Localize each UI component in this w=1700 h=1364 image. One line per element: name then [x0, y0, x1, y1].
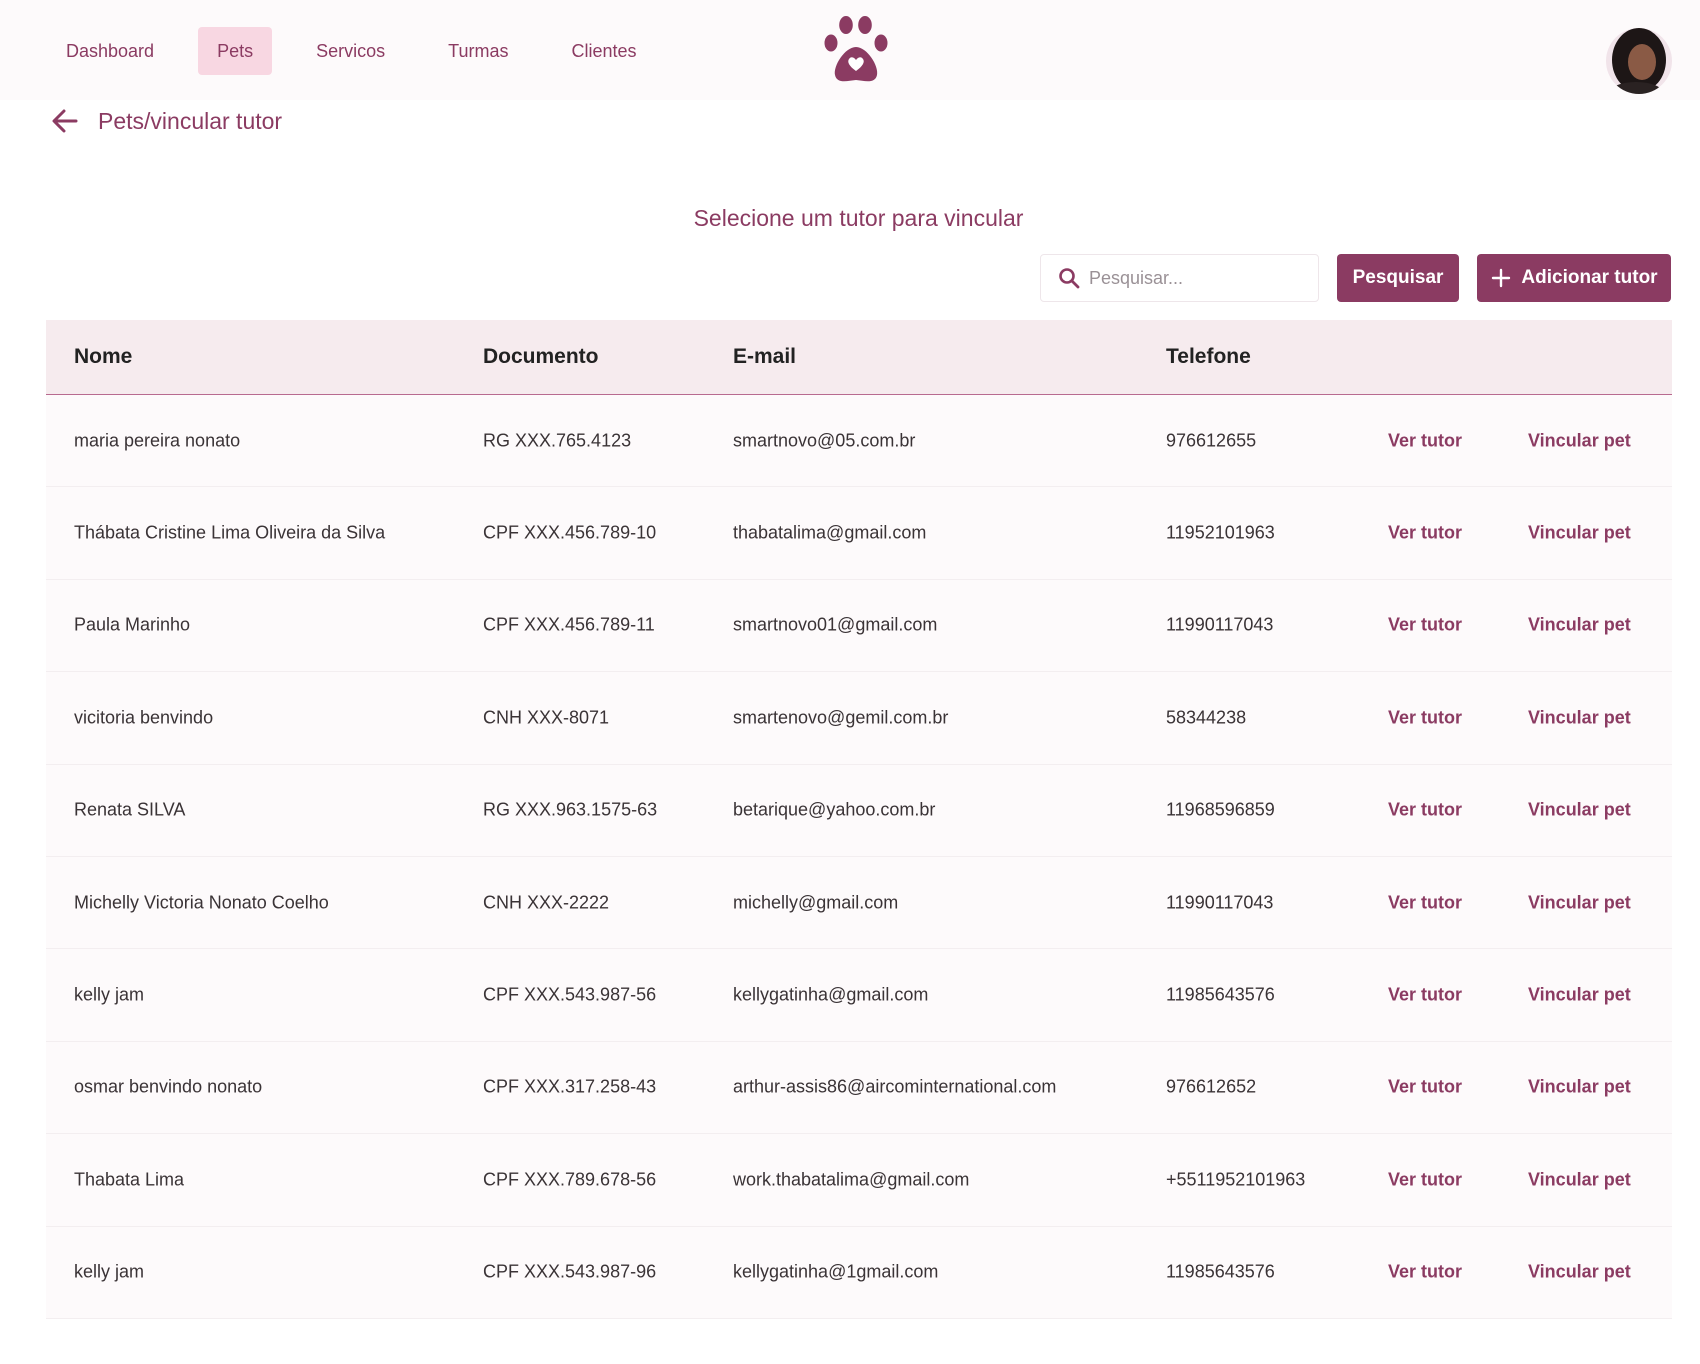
column-header-documento: Documento: [483, 345, 599, 368]
cell-nome: kelly jam: [74, 1261, 145, 1282]
vincular-pet-link[interactable]: Vincular pet: [1528, 1262, 1631, 1283]
cell-documento: RG XXX.765.4123: [483, 430, 632, 451]
top-navbar: Dashboard Pets Servicos Turmas Clientes: [0, 0, 1700, 100]
vincular-pet-link[interactable]: Vincular pet: [1528, 800, 1631, 821]
cell-telefone: 11985643576: [1166, 984, 1275, 1005]
cell-documento: RG XXX.963.1575-63: [483, 799, 658, 820]
ver-tutor-link[interactable]: Ver tutor: [1388, 1262, 1462, 1283]
table-row: Renata SILVA RG XXX.963.1575-63 betarique@…: [46, 764, 1672, 857]
cell-documento: CNH XXX-2222: [483, 892, 610, 913]
vincular-pet-link[interactable]: Vincular pet: [1528, 615, 1631, 636]
table-row: kelly jam CPF XXX.543.987-96 kellygatinha@…: [46, 1226, 1672, 1319]
cell-telefone: 11968596859: [1166, 799, 1275, 820]
cell-telefone: 11952101963: [1166, 522, 1275, 543]
cell-email: work.thabatalima@gmail.com: [733, 1169, 970, 1190]
cell-email: betarique@yahoo.com.br: [733, 799, 936, 820]
search-button[interactable]: Pesquisar: [1337, 254, 1459, 302]
cell-documento: CPF XXX.789.678-56: [483, 1169, 657, 1190]
table-row: vicitoria benvindo CNH XXX-8071 smartenovo…: [46, 672, 1672, 765]
user-avatar[interactable]: [1606, 28, 1672, 94]
cell-documento: CPF XXX.317.258-43: [483, 1076, 657, 1097]
vincular-pet-link[interactable]: Vincular pet: [1528, 523, 1631, 544]
cell-documento: CPF XXX.543.987-96: [483, 1261, 657, 1282]
cell-email: arthur-assis86@aircominternational.com: [733, 1076, 1057, 1097]
vincular-pet-link[interactable]: Vincular pet: [1528, 1169, 1631, 1190]
table-row: Thabata Lima CPF XXX.789.678-56 work.thaba…: [46, 1134, 1672, 1227]
cell-email: kellygatinha@1gmail.com: [733, 1261, 939, 1282]
cell-telefone: 58344238: [1166, 707, 1247, 728]
column-header-nome: Nome: [74, 345, 133, 368]
ver-tutor-link[interactable]: Ver tutor: [1388, 430, 1462, 451]
ver-tutor-link[interactable]: Ver tutor: [1388, 892, 1462, 913]
cell-nome: kelly jam: [74, 984, 145, 1005]
search-icon: [1057, 266, 1081, 290]
add-tutor-label: Adicionar tutor: [1521, 267, 1658, 288]
tutors-table: Nome Documento E-mail Telefone maria per…: [46, 320, 1672, 1319]
nav-item-servicos[interactable]: Servicos: [297, 27, 404, 75]
vincular-pet-link[interactable]: Vincular pet: [1528, 430, 1631, 451]
cell-nome: maria pereira nonato: [74, 430, 241, 451]
breadcrumb: Pets/vincular tutor: [48, 104, 282, 138]
add-tutor-button[interactable]: Adicionar tutor: [1477, 254, 1671, 302]
cell-email: thabatalima@gmail.com: [733, 522, 927, 543]
column-header-telefone: Telefone: [1166, 345, 1251, 368]
table-header: Nome Documento E-mail Telefone: [46, 320, 1672, 395]
ver-tutor-link[interactable]: Ver tutor: [1388, 1077, 1462, 1098]
nav-item-dashboard[interactable]: Dashboard: [47, 27, 173, 75]
cell-telefone: +5511952101963: [1166, 1169, 1306, 1190]
cell-nome: vicitoria benvindo: [74, 707, 214, 728]
vincular-pet-link[interactable]: Vincular pet: [1528, 1077, 1631, 1098]
table-row: Paula Marinho CPF XXX.456.789-11 smartnovo…: [46, 579, 1672, 673]
cell-email: michelly@gmail.com: [733, 892, 899, 913]
cell-telefone: 976612652: [1166, 1076, 1257, 1097]
paw-heart-logo-icon: [823, 14, 893, 86]
cell-email: smartnovo@05.com.br: [733, 430, 916, 451]
table-row: osmar benvindo nonato CPF XXX.317.258-43 a…: [46, 1041, 1672, 1135]
ver-tutor-link[interactable]: Ver tutor: [1388, 1169, 1462, 1190]
nav-item-pets[interactable]: Pets: [198, 27, 273, 75]
vincular-pet-link[interactable]: Vincular pet: [1528, 892, 1631, 913]
cell-documento: CPF XXX.543.987-56: [483, 984, 657, 1005]
nav-item-turmas[interactable]: Turmas: [429, 27, 527, 75]
ver-tutor-link[interactable]: Ver tutor: [1388, 707, 1462, 728]
search-box[interactable]: [1040, 254, 1319, 302]
table-row: maria pereira nonato RG XXX.765.4123 smart…: [46, 395, 1672, 488]
cell-telefone: 11990117043: [1166, 614, 1274, 635]
table-row: kelly jam CPF XXX.543.987-56 kellygatinha@…: [46, 949, 1672, 1042]
page-title: Selecione um tutor para vincular: [693, 205, 1024, 231]
cell-nome: Michelly Victoria Nonato Coelho: [74, 892, 329, 913]
cell-nome: osmar benvindo nonato: [74, 1076, 263, 1097]
cell-documento: CPF XXX.456.789-10: [483, 522, 657, 543]
breadcrumb-text: Pets/vincular tutor: [98, 107, 283, 134]
ver-tutor-link[interactable]: Ver tutor: [1388, 615, 1462, 636]
table-row: Thábata Cristine Lima Oliveira da Silva C…: [46, 487, 1672, 580]
column-header-email: E-mail: [733, 345, 797, 368]
cell-email: smartenovo@gemil.com.br: [733, 707, 949, 728]
plus-icon: [1490, 267, 1512, 289]
cell-telefone: 11990117043: [1166, 892, 1274, 913]
cell-nome: Renata SILVA: [74, 799, 186, 820]
ver-tutor-link[interactable]: Ver tutor: [1388, 800, 1462, 821]
ver-tutor-link[interactable]: Ver tutor: [1388, 523, 1462, 544]
cell-documento: CPF XXX.456.789-11: [483, 614, 655, 635]
search-input[interactable]: [1089, 267, 1309, 289]
ver-tutor-link[interactable]: Ver tutor: [1388, 985, 1462, 1006]
cell-telefone: 976612655: [1166, 430, 1257, 451]
cell-nome: Thábata Cristine Lima Oliveira da Silva: [74, 522, 386, 543]
cell-email: kellygatinha@gmail.com: [733, 984, 929, 1005]
table-row: Michelly Victoria Nonato Coelho CNH XXX-2…: [46, 856, 1672, 950]
arrow-left-icon[interactable]: [48, 104, 82, 138]
cell-nome: Thabata Lima: [74, 1169, 185, 1190]
cell-telefone: 11985643576: [1166, 1261, 1275, 1282]
cell-email: smartnovo01@gmail.com: [733, 614, 938, 635]
vincular-pet-link[interactable]: Vincular pet: [1528, 707, 1631, 728]
main-nav: Dashboard Pets Servicos Turmas Clientes: [47, 27, 681, 75]
table-body: maria pereira nonato RG XXX.765.4123 smart…: [46, 395, 1672, 1319]
vincular-pet-link[interactable]: Vincular pet: [1528, 985, 1631, 1006]
nav-item-clientes[interactable]: Clientes: [552, 27, 655, 75]
cell-nome: Paula Marinho: [74, 614, 191, 635]
cell-documento: CNH XXX-8071: [483, 707, 610, 728]
